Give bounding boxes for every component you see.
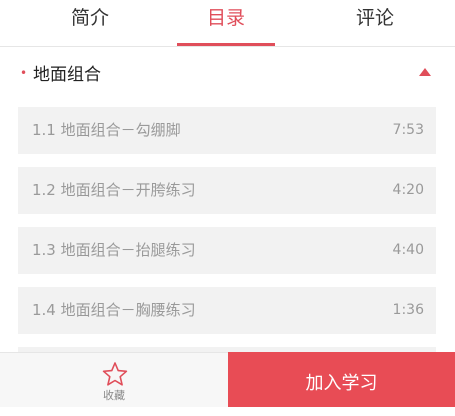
active-tab-indicator xyxy=(177,43,275,46)
lesson-item[interactable]: 1.3 地面组合－抬腿练习 4:40 xyxy=(18,227,436,274)
favorite-button[interactable]: 收藏 xyxy=(0,352,228,407)
lesson-duration: 7:53 xyxy=(392,122,424,138)
collapse-arrow-icon[interactable] xyxy=(419,68,431,76)
section-title: 地面组合 xyxy=(33,65,101,85)
lesson-title: 1.2 地面组合－开胯练习 xyxy=(32,181,196,199)
tab-intro[interactable]: 简介 xyxy=(20,0,160,46)
required-dot-icon: • xyxy=(20,66,28,80)
bottom-action-bar: 收藏 加入学习 xyxy=(0,352,455,407)
lesson-title: 1.1 地面组合－勾绷脚 xyxy=(32,121,181,139)
lesson-item[interactable]: 1.1 地面组合－勾绷脚 7:53 xyxy=(18,107,436,154)
lesson-title: 1.4 地面组合－胸腰练习 xyxy=(32,301,196,319)
tab-catalog[interactable]: 目录 xyxy=(177,0,275,46)
tab-bar: 简介 目录 评论 xyxy=(0,0,455,47)
favorite-label: 收藏 xyxy=(103,389,125,402)
lesson-item[interactable]: 1.4 地面组合－胸腰练习 1:36 xyxy=(18,287,436,334)
lesson-duration: 4:40 xyxy=(392,242,424,258)
section-header[interactable]: • 地面组合 xyxy=(0,56,455,94)
lesson-duration: 4:20 xyxy=(392,182,424,198)
lesson-title: 1.3 地面组合－抬腿练习 xyxy=(32,241,196,259)
lesson-duration: 1:36 xyxy=(392,302,424,318)
star-icon xyxy=(102,362,128,386)
tab-comments[interactable]: 评论 xyxy=(305,0,445,46)
lesson-item[interactable]: 1.2 地面组合－开胯练习 4:20 xyxy=(18,167,436,214)
join-study-button[interactable]: 加入学习 xyxy=(228,352,455,407)
